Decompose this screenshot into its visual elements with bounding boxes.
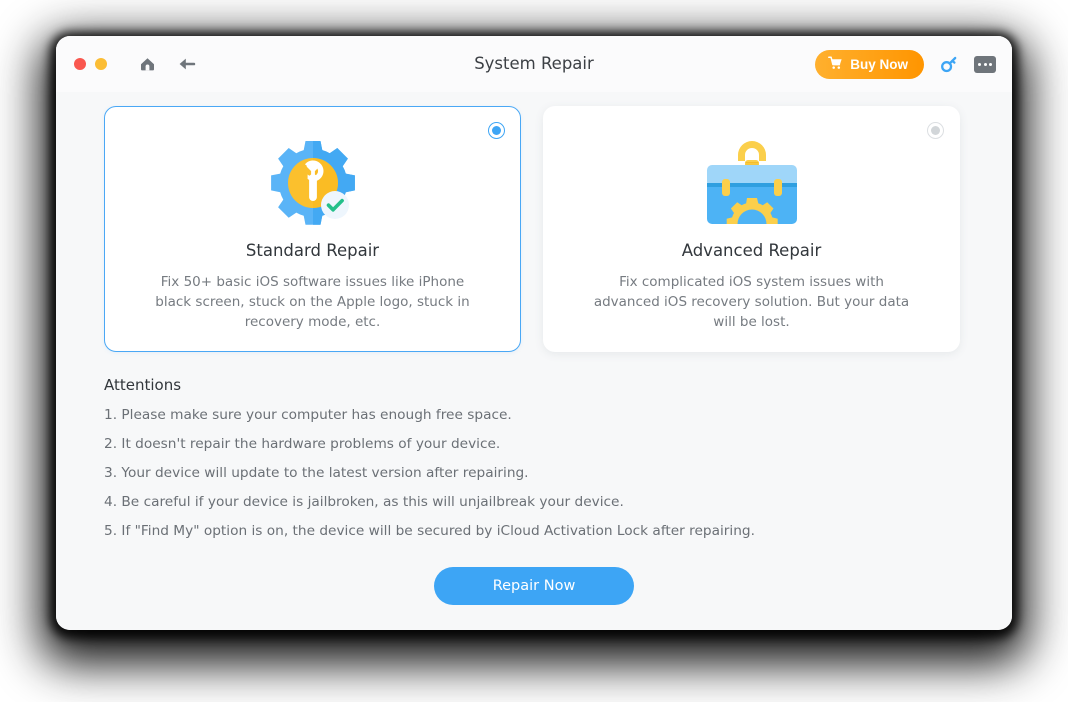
radio-advanced[interactable] xyxy=(927,122,944,139)
list-item: 3. Your device will update to the latest… xyxy=(104,465,529,481)
attentions-heading: Attentions xyxy=(104,376,182,394)
repair-option-standard[interactable]: Standard Repair Fix 50+ basic iOS softwa… xyxy=(104,106,521,352)
toolbox-gear-icon xyxy=(693,129,811,237)
repair-now-button[interactable]: Repair Now xyxy=(434,567,634,605)
home-icon[interactable] xyxy=(136,53,158,75)
gear-wrench-check-icon xyxy=(265,129,361,237)
main-content: Standard Repair Fix 50+ basic iOS softwa… xyxy=(56,92,1012,630)
more-options-icon[interactable] xyxy=(974,55,996,73)
attentions-list: 1. Please make sure your computer has en… xyxy=(104,407,964,539)
repair-option-title: Standard Repair xyxy=(245,241,380,260)
buy-now-button[interactable]: Buy Now xyxy=(815,49,924,79)
app-window: System Repair Buy Now Standard Repair Fi… xyxy=(56,36,1012,630)
repair-option-description: Fix 50+ basic iOS software issues like i… xyxy=(155,274,470,330)
title-bar: System Repair Buy Now xyxy=(56,36,1012,92)
footer: Repair Now xyxy=(104,567,964,605)
nav-icons xyxy=(136,53,198,75)
minimize-window-button[interactable] xyxy=(95,58,107,70)
shopping-cart-icon xyxy=(828,56,843,73)
traffic-lights xyxy=(74,58,107,70)
repair-option-advanced[interactable]: Advanced Repair Fix complicated iOS syst… xyxy=(543,106,960,352)
key-icon[interactable] xyxy=(938,53,960,75)
list-item: 5. If "Find My" option is on, the device… xyxy=(104,523,755,539)
list-item: 1. Please make sure your computer has en… xyxy=(104,407,512,423)
dot xyxy=(989,62,992,66)
close-window-button[interactable] xyxy=(74,58,86,70)
dot xyxy=(983,62,987,66)
titlebar-actions: Buy Now xyxy=(815,49,996,79)
list-item: 4. Be careful if your device is jailbrok… xyxy=(104,494,624,510)
buy-now-label: Buy Now xyxy=(850,56,908,72)
list-item: 2. It doesn't repair the hardware proble… xyxy=(104,436,501,452)
dot xyxy=(978,62,981,66)
radio-standard[interactable] xyxy=(488,122,505,139)
repair-options: Standard Repair Fix 50+ basic iOS softwa… xyxy=(104,92,964,352)
back-arrow-icon[interactable] xyxy=(176,53,198,75)
repair-option-description: Fix complicated iOS system issues with a… xyxy=(593,274,910,330)
repair-option-title: Advanced Repair xyxy=(681,241,822,260)
